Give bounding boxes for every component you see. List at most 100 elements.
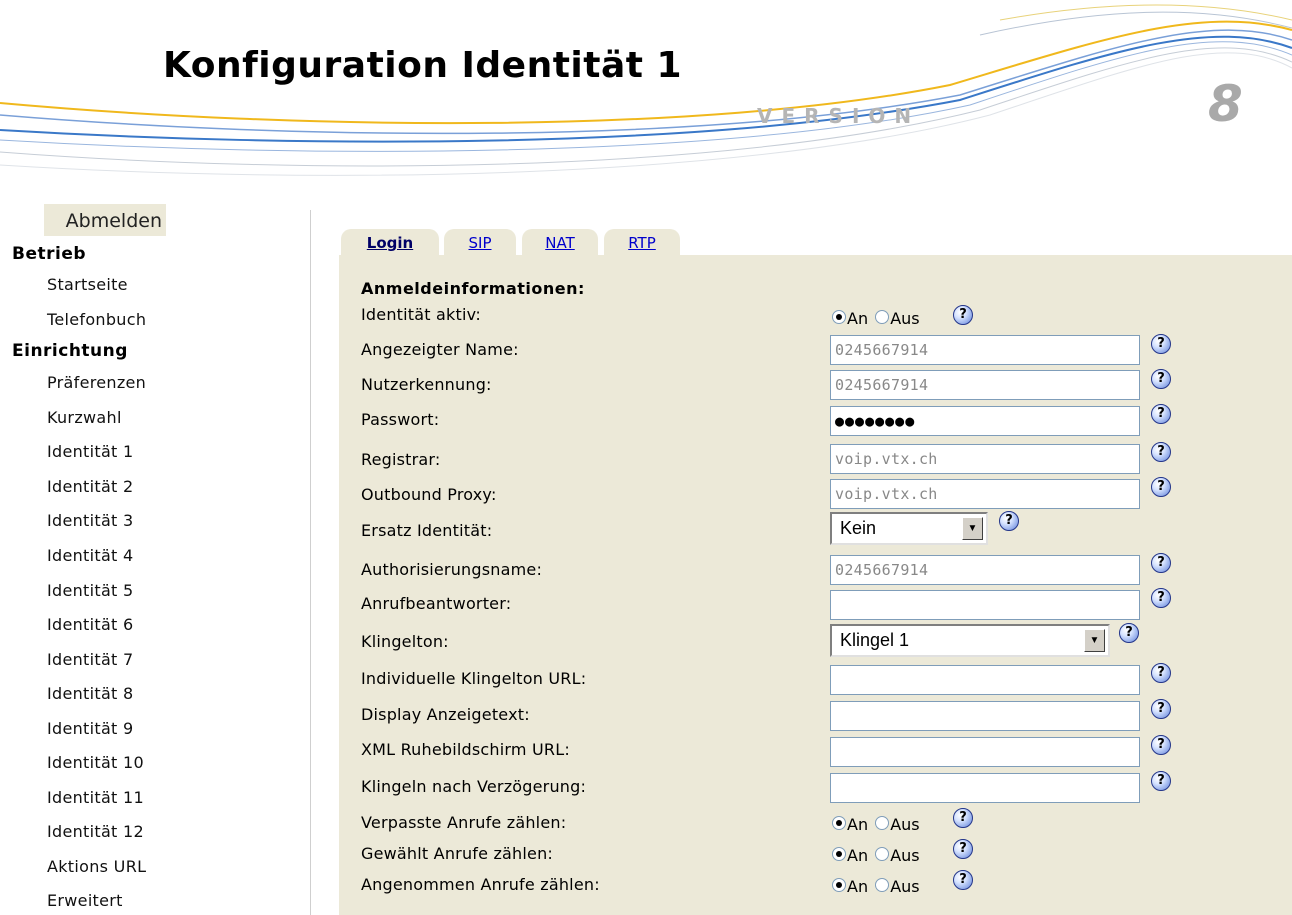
identity-active-radio-group: An Aus [832,306,922,328]
password-input[interactable]: ●●●●●●●● [830,406,1140,436]
radio-off-label: Aus [890,309,920,328]
sidebar-item-identitaet-9[interactable]: Identität 9 [47,719,134,738]
sidebar-item-identitaet-3[interactable]: Identität 3 [47,511,134,530]
count-dialed-label: Gewählt Anrufe zählen: [361,844,554,863]
count-dialed-off-radio[interactable] [875,846,890,861]
sidebar-divider [310,210,311,915]
sidebar-item-praeferenzen[interactable]: Präferenzen [47,373,146,392]
help-icon[interactable]: ? [953,305,973,325]
identity-active-label: Identität aktiv: [361,305,481,324]
user-id-label: Nutzerkennung: [361,375,492,394]
count-received-off-radio[interactable] [875,877,890,892]
voicemail-label: Anrufbeantworter: [361,594,512,613]
outbound-proxy-label: Outbound Proxy: [361,485,497,504]
sidebar-item-startseite[interactable]: Startseite [47,275,128,294]
logout-button[interactable]: Abmelden [44,204,166,236]
custom-ringtone-url-label: Individuelle Klingelton URL: [361,669,587,688]
sidebar-item-identitaet-2[interactable]: Identität 2 [47,477,134,496]
page-title: Konfiguration Identität 1 [163,45,683,86]
section-title: Anmeldeinformationen: [361,279,585,298]
help-icon[interactable]: ? [953,870,973,890]
count-received-label: Angenommen Anrufe zählen: [361,875,600,894]
version-label: VERSION [757,104,921,128]
ring-delay-label: Klingeln nach Verzögerung: [361,777,587,796]
count-received-on-radio[interactable] [832,877,846,892]
help-icon[interactable]: ? [1151,699,1171,719]
help-icon[interactable]: ? [1151,404,1171,424]
display-text-input[interactable] [830,701,1140,731]
auth-name-label: Authorisierungsname: [361,560,543,579]
tab-rtp[interactable]: RTP [604,229,680,256]
sidebar-item-identitaet-11[interactable]: Identität 11 [47,788,144,807]
count-dialed-on-radio[interactable] [832,846,846,861]
sidebar-item-identitaet-5[interactable]: Identität 5 [47,581,134,600]
sidebar-item-identitaet-4[interactable]: Identität 4 [47,546,134,565]
user-id-input[interactable]: 0245667914 [830,370,1140,400]
help-icon[interactable]: ? [953,839,973,859]
sidebar-section-einrichtung: Einrichtung [12,341,128,361]
sidebar-item-identitaet-8[interactable]: Identität 8 [47,684,134,703]
ringtone-value: Klingel 1 [840,630,910,650]
tab-nat[interactable]: NAT [522,229,598,256]
sidebar-item-identitaet-7[interactable]: Identität 7 [47,650,134,669]
custom-ringtone-url-input[interactable] [830,665,1140,695]
xml-idle-url-input[interactable] [830,737,1140,767]
count-received-radio-group: An Aus [832,874,922,896]
dropdown-arrow-icon[interactable]: ▼ [962,517,983,540]
registrar-label: Registrar: [361,450,441,469]
count-missed-off-radio[interactable] [875,815,890,830]
ring-delay-input[interactable] [830,773,1140,803]
auth-name-input[interactable]: 0245667914 [830,555,1140,585]
sidebar-item-identitaet-6[interactable]: Identität 6 [47,615,134,634]
sidebar-section-betrieb: Betrieb [12,244,87,264]
count-missed-label: Verpasste Anrufe zählen: [361,813,567,832]
identity-active-on-radio[interactable] [832,309,846,324]
sidebar-item-erweitert[interactable]: Erweitert [47,891,123,910]
sidebar-item-kurzwahl[interactable]: Kurzwahl [47,408,122,427]
help-icon[interactable]: ? [1151,442,1171,462]
voicemail-input[interactable] [830,590,1140,620]
tab-login[interactable]: Login [341,229,439,256]
ringtone-label: Klingelton: [361,632,449,651]
help-icon[interactable]: ? [953,808,973,828]
outbound-proxy-input[interactable]: voip.vtx.ch [830,479,1140,509]
sidebar-item-identitaet-10[interactable]: Identität 10 [47,753,144,772]
xml-idle-url-label: XML Ruhebildschirm URL: [361,740,570,759]
help-icon[interactable]: ? [1151,477,1171,497]
fallback-identity-select[interactable]: Kein ▼ [830,512,988,545]
sidebar-item-identitaet-1[interactable]: Identität 1 [47,442,134,461]
help-icon[interactable]: ? [1119,623,1139,643]
help-icon[interactable]: ? [999,511,1019,531]
password-label: Passwort: [361,410,440,429]
help-icon[interactable]: ? [1151,735,1171,755]
radio-off-label: Aus [890,877,920,896]
count-missed-on-radio[interactable] [832,815,846,830]
display-name-label: Angezeigter Name: [361,340,519,359]
tab-sip[interactable]: SIP [444,229,516,256]
sidebar-item-identitaet-12[interactable]: Identität 12 [47,822,144,841]
help-icon[interactable]: ? [1151,588,1171,608]
help-icon[interactable]: ? [1151,553,1171,573]
ringtone-select[interactable]: Klingel 1 ▼ [830,624,1110,657]
fallback-identity-label: Ersatz Identität: [361,521,493,540]
display-text-label: Display Anzeigetext: [361,705,530,724]
radio-on-label: An [847,846,869,865]
help-icon[interactable]: ? [1151,369,1171,389]
count-missed-radio-group: An Aus [832,812,922,834]
registrar-input[interactable]: voip.vtx.ch [830,444,1140,474]
help-icon[interactable]: ? [1151,334,1171,354]
count-dialed-radio-group: An Aus [832,843,922,865]
header-swoosh [0,4,1292,176]
radio-on-label: An [847,815,869,834]
dropdown-arrow-icon[interactable]: ▼ [1084,629,1105,652]
display-name-input[interactable]: 0245667914 [830,335,1140,365]
version-number: 8 [1208,75,1243,133]
help-icon[interactable]: ? [1151,663,1171,683]
radio-on-label: An [847,877,869,896]
identity-active-off-radio[interactable] [875,309,890,324]
fallback-identity-value: Kein [840,518,877,538]
radio-off-label: Aus [890,846,920,865]
sidebar-item-aktions-url[interactable]: Aktions URL [47,857,146,876]
sidebar-item-telefonbuch[interactable]: Telefonbuch [47,310,146,329]
help-icon[interactable]: ? [1151,771,1171,791]
